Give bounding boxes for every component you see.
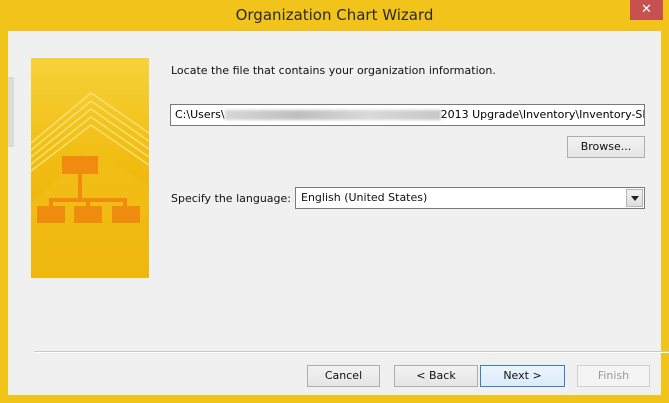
redacted-path-segment	[224, 110, 441, 120]
language-dropdown-button[interactable]	[626, 189, 643, 207]
next-button[interactable]: Next >	[480, 365, 565, 387]
chevron-down-icon	[631, 196, 639, 201]
finish-button: Finish	[577, 365, 650, 387]
file-path-prefix: C:\Users\	[175, 108, 225, 121]
close-icon: ✕	[641, 2, 652, 17]
language-select[interactable]: English (United States)	[295, 187, 645, 209]
close-button[interactable]: ✕	[630, 0, 663, 20]
file-path-input[interactable]: C:\Users\ 2013 Upgrade\Inventory\Inventor…	[170, 104, 645, 126]
org-chart-illustration-icon	[31, 92, 149, 278]
file-path-suffix: 2013 Upgrade\Inventory\Inventory-SPSit	[440, 108, 645, 121]
language-selected-value: English (United States)	[301, 191, 428, 204]
wizard-illustration	[31, 58, 149, 278]
wizard-client-area: Locate the file that contains your organ…	[8, 31, 669, 395]
window-title: Organization Chart Wizard	[235, 6, 434, 24]
footer-separator	[34, 351, 669, 353]
title-bar: Organization Chart Wizard ✕	[0, 0, 669, 31]
window-edge-decoration	[8, 77, 14, 147]
language-label: Specify the language:	[171, 192, 291, 205]
back-button[interactable]: < Back	[394, 365, 478, 387]
wizard-window: Organization Chart Wizard ✕ Locate the f…	[0, 0, 669, 403]
cancel-button[interactable]: Cancel	[307, 365, 380, 387]
locate-file-instruction: Locate the file that contains your organ…	[171, 64, 496, 77]
browse-button[interactable]: Browse...	[567, 136, 645, 158]
